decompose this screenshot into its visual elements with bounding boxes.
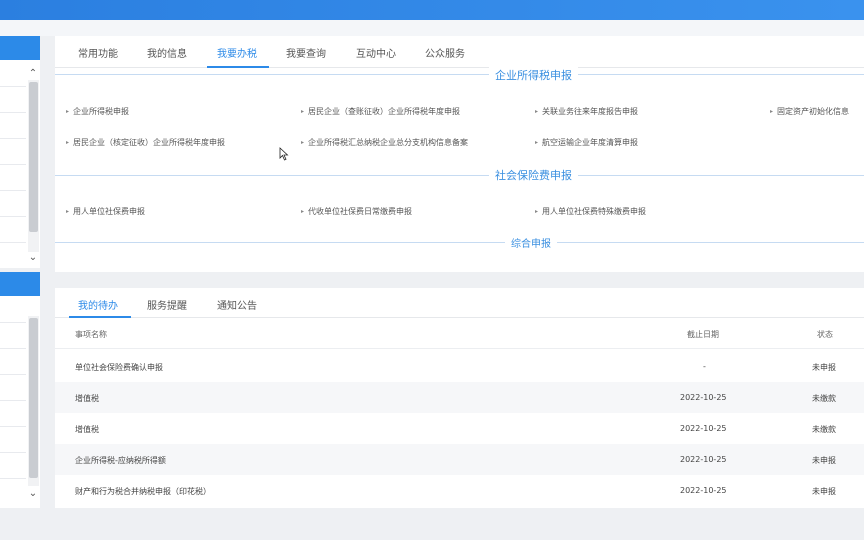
section-divider <box>55 175 864 176</box>
column-header-name: 事项名称 <box>75 330 107 339</box>
row-status: 未申报 <box>812 363 836 372</box>
section-title-comprehensive: 综合申报 <box>505 235 557 250</box>
row-deadline: - <box>703 362 706 371</box>
row-deadline: 2022-10-25 <box>680 393 727 402</box>
row-item-name[interactable]: 财产和行为税合并纳税申报（印花税） <box>75 486 211 497</box>
row-status: 未缴款 <box>812 425 836 434</box>
side-row-divider <box>0 452 26 453</box>
side-row-divider <box>0 348 26 349</box>
section-title-corp-income: 企业所得税申报 <box>489 67 578 83</box>
row-item-name[interactable]: 增值税 <box>75 393 99 404</box>
chevron-up-icon[interactable]: ⌃ <box>27 68 39 80</box>
link-corp-income-filing[interactable]: 企业所得税申报 <box>66 106 129 117</box>
side-row-divider <box>0 216 26 217</box>
column-header-status: 状态 <box>817 330 833 339</box>
table-row[interactable]: 单位社会保险费确认申报 - 未申报 <box>55 351 864 382</box>
header-stripe <box>0 20 864 36</box>
active-tab-indicator <box>207 66 269 68</box>
link-fixed-asset-init[interactable]: 固定资产初始化信息 <box>770 106 849 117</box>
link-consolidated-branch-filing[interactable]: 企业所得税汇总纳税企业总分支机构信息备案 <box>301 137 468 148</box>
side-row-divider <box>0 190 26 191</box>
side-row-divider <box>0 400 26 401</box>
side-row-divider <box>0 426 26 427</box>
side-row-divider <box>0 322 26 323</box>
main-tab-bar: 常用功能 我的信息 我要办税 我要查询 互动中心 公众服务 <box>55 36 864 68</box>
link-resident-audit-annual[interactable]: 居民企业（查账征收）企业所得税年度申报 <box>301 106 460 117</box>
mouse-cursor-icon <box>279 147 289 161</box>
link-employer-special-payment[interactable]: 用人单位社保费特殊缴费申报 <box>535 206 646 217</box>
tab-query[interactable]: 我要查询 <box>286 45 326 60</box>
side-row-divider <box>0 86 26 87</box>
side-panel-header-1 <box>0 36 40 60</box>
table-row[interactable]: 财产和行为税合并纳税申报（印花税） 2022-10-25 未申报 <box>55 475 864 506</box>
section-title-social-insurance: 社会保险费申报 <box>489 167 578 183</box>
active-tab-indicator <box>69 316 131 318</box>
side-row-divider <box>0 478 26 479</box>
side-panel-header-2 <box>0 272 40 296</box>
tab-common-functions[interactable]: 常用功能 <box>78 45 118 60</box>
side-row-divider <box>0 112 26 113</box>
table-row[interactable]: 企业所得税-应纳税所得额 2022-10-25 未申报 <box>55 444 864 475</box>
link-employer-social-insurance[interactable]: 用人单位社保费申报 <box>66 206 145 217</box>
tab-my-todos[interactable]: 我的待办 <box>78 297 118 312</box>
todo-panel: 我的待办 服务提醒 通知公告 事项名称 截止日期 状态 单位社会保险费确认申报 … <box>55 288 864 508</box>
row-deadline: 2022-10-25 <box>680 486 727 495</box>
tab-public-services[interactable]: 公众服务 <box>425 45 465 60</box>
row-item-name[interactable]: 单位社会保险费确认申报 <box>75 362 163 373</box>
link-resident-assessed-annual[interactable]: 居民企业（核定征收）企业所得税年度申报 <box>66 137 225 148</box>
side-row-divider <box>0 164 26 165</box>
table-header: 事项名称 截止日期 状态 <box>55 319 864 349</box>
table-row[interactable]: 增值税 2022-10-25 未缴款 <box>55 413 864 444</box>
row-deadline: 2022-10-25 <box>680 455 727 464</box>
side-panel-list-2: ⌄ <box>0 296 40 508</box>
row-item-name[interactable]: 企业所得税-应纳税所得额 <box>75 455 166 466</box>
section-divider <box>55 242 864 243</box>
chevron-down-icon[interactable]: ⌄ <box>27 488 39 500</box>
side-panel-list-1: ⌃ ⌄ <box>0 60 40 268</box>
side-row-divider <box>0 138 26 139</box>
tab-my-info[interactable]: 我的信息 <box>147 45 187 60</box>
todo-tab-bar: 我的待办 服务提醒 通知公告 <box>55 288 864 318</box>
link-collector-daily-payment[interactable]: 代收单位社保费日常缴费申报 <box>301 206 412 217</box>
tab-notices[interactable]: 通知公告 <box>217 297 257 312</box>
side-scrollbar-thumb-2[interactable] <box>29 318 38 478</box>
link-related-party-report[interactable]: 关联业务往来年度报告申报 <box>535 106 638 117</box>
tab-service-reminders[interactable]: 服务提醒 <box>147 297 187 312</box>
row-item-name[interactable]: 增值税 <box>75 424 99 435</box>
top-header-bar <box>0 0 864 20</box>
tab-tax-filing[interactable]: 我要办税 <box>217 45 257 60</box>
side-row-divider <box>0 242 26 243</box>
row-status: 未缴款 <box>812 394 836 403</box>
link-airline-annual-settlement[interactable]: 航空运输企业年度清算申报 <box>535 137 638 148</box>
tab-interaction-center[interactable]: 互动中心 <box>356 45 396 60</box>
column-header-deadline: 截止日期 <box>687 330 719 339</box>
side-scrollbar-thumb-1[interactable] <box>29 82 38 232</box>
section-divider <box>55 74 864 75</box>
tax-filing-panel: 常用功能 我的信息 我要办税 我要查询 互动中心 公众服务 企业所得税申报 企业… <box>55 36 864 272</box>
row-deadline: 2022-10-25 <box>680 424 727 433</box>
row-status: 未申报 <box>812 487 836 496</box>
table-row[interactable]: 增值税 2022-10-25 未缴款 <box>55 382 864 413</box>
side-row-divider <box>0 374 26 375</box>
row-status: 未申报 <box>812 456 836 465</box>
chevron-down-icon[interactable]: ⌄ <box>27 252 39 264</box>
